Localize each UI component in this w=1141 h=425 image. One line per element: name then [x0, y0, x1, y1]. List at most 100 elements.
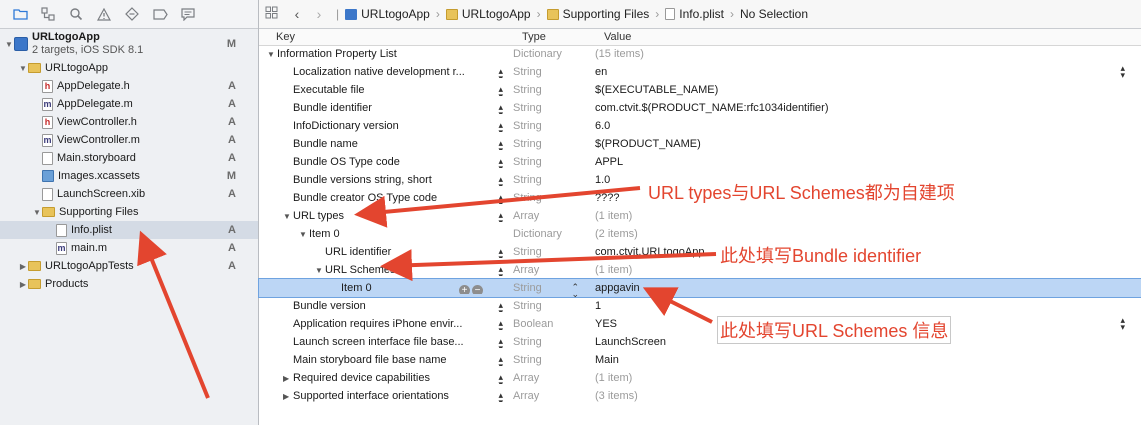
- plist-key-cell[interactable]: Item 0 + −: [259, 282, 505, 294]
- plist-key-cell[interactable]: ▼ Item 0: [259, 228, 505, 240]
- plist-value-cell[interactable]: (3 items): [587, 387, 1141, 405]
- plist-key-cell[interactable]: Bundle creator OS Type code ▴ ▾: [259, 192, 505, 204]
- plist-type-cell[interactable]: Boolean: [505, 318, 587, 330]
- plist-type-cell[interactable]: String: [505, 102, 587, 114]
- plist-row[interactable]: Bundle OS Type code ▴ ▾ String APPL: [259, 153, 1141, 171]
- key-stepper-icon[interactable]: ▴ ▾: [498, 301, 503, 313]
- tree-item[interactable]: LaunchScreen.xib A: [0, 185, 258, 203]
- breadcrumb-project[interactable]: URLtogoApp: [345, 7, 430, 21]
- folder-icon[interactable]: [6, 2, 34, 26]
- plist-type-cell[interactable]: Array: [505, 210, 587, 222]
- plist-value-cell[interactable]: Main: [587, 351, 1141, 369]
- disclosure-triangle-icon[interactable]: ▼: [32, 208, 42, 217]
- disclosure-triangle-icon[interactable]: ▼: [283, 212, 293, 221]
- key-stepper-icon[interactable]: ▴ ▾: [498, 85, 503, 97]
- plist-value-cell[interactable]: 1: [587, 297, 1141, 315]
- disclosure-triangle-icon[interactable]: ▶: [283, 374, 293, 383]
- disclosure-triangle-icon[interactable]: ▶: [283, 392, 293, 401]
- plist-key-cell[interactable]: InfoDictionary version ▴ ▾: [259, 120, 505, 132]
- plist-row[interactable]: ▼ Item 0 Dictionary (2 items): [259, 225, 1141, 243]
- test-diamond-icon[interactable]: [118, 2, 146, 26]
- key-stepper-icon[interactable]: ▴ ▾: [498, 391, 503, 403]
- key-stepper-icon[interactable]: ▴ ▾: [498, 193, 503, 205]
- log-icon[interactable]: [174, 2, 202, 26]
- key-column-header[interactable]: Key: [259, 31, 505, 43]
- tree-item[interactable]: ▶ URLtogoAppTests A: [0, 257, 258, 275]
- breadcrumb-file[interactable]: Info.plist: [665, 7, 724, 21]
- breadcrumb-group[interactable]: URLtogoApp: [445, 7, 531, 21]
- breadcrumb-selection[interactable]: No Selection: [740, 7, 808, 21]
- tree-item[interactable]: Main.storyboard A: [0, 149, 258, 167]
- plist-value-cell[interactable]: (2 items): [587, 225, 1141, 243]
- tree-item[interactable]: m ViewController.m A: [0, 131, 258, 149]
- breakpoint-icon[interactable]: [146, 2, 174, 26]
- search-icon[interactable]: [62, 2, 90, 26]
- plist-key-cell[interactable]: Bundle name ▴ ▾: [259, 138, 505, 150]
- plist-key-cell[interactable]: ▶ Supported interface orientations ▴ ▾: [259, 390, 505, 402]
- key-stepper-icon[interactable]: ▴ ▾: [498, 67, 503, 79]
- tree-item[interactable]: ▼ URLtogoApp 2 targets, iOS SDK 8.1 M: [0, 29, 258, 59]
- tree-item[interactable]: Images.xcassets M: [0, 167, 258, 185]
- key-stepper-icon[interactable]: ▴ ▾: [498, 157, 503, 169]
- tree-item[interactable]: h AppDelegate.h A: [0, 77, 258, 95]
- tree-item[interactable]: Info.plist A: [0, 221, 258, 239]
- plist-key-cell[interactable]: Bundle OS Type code ▴ ▾: [259, 156, 505, 168]
- back-button[interactable]: ‹: [286, 6, 308, 22]
- plist-row[interactable]: Item 0 + − String ⌃ ⌄ appgavin: [258, 278, 1141, 299]
- value-column-header[interactable]: Value: [587, 31, 1141, 43]
- disclosure-triangle-icon[interactable]: ▼: [267, 50, 277, 59]
- type-column-header[interactable]: Type: [505, 31, 587, 43]
- plist-value-cell[interactable]: (15 items): [587, 45, 1141, 63]
- grid-icon[interactable]: [265, 6, 278, 22]
- tree-item[interactable]: m main.m A: [0, 239, 258, 257]
- plist-key-cell[interactable]: ▼ Information Property List: [259, 48, 505, 60]
- plist-value-cell[interactable]: $(EXECUTABLE_NAME): [587, 81, 1141, 99]
- value-popup-icon[interactable]: ▴ ▾: [1120, 316, 1125, 332]
- plist-key-cell[interactable]: ▶ Required device capabilities ▴ ▾: [259, 372, 505, 384]
- disclosure-triangle-icon[interactable]: ▼: [18, 64, 28, 73]
- key-stepper-icon[interactable]: ▴ ▾: [498, 373, 503, 385]
- forward-button[interactable]: ›: [308, 6, 330, 22]
- plist-value-cell[interactable]: $(PRODUCT_NAME): [587, 135, 1141, 153]
- key-stepper-icon[interactable]: ▴ ▾: [498, 247, 503, 259]
- key-stepper-icon[interactable]: ▴ ▾: [498, 265, 503, 277]
- plist-value-cell[interactable]: APPL: [587, 153, 1141, 171]
- key-stepper-icon[interactable]: ▴ ▾: [498, 103, 503, 115]
- plist-row[interactable]: ▼ URL types ▴ ▾ Array (1 item): [259, 207, 1141, 225]
- plist-row[interactable]: Application requires iPhone envir... ▴ ▾ Bo…: [259, 315, 1141, 333]
- plist-row[interactable]: Localization native development r... ▴ ▾ St…: [259, 63, 1141, 81]
- plist-type-cell[interactable]: Array: [505, 390, 587, 402]
- plist-row[interactable]: InfoDictionary version ▴ ▾ String 6.0: [259, 117, 1141, 135]
- plist-row[interactable]: Executable file ▴ ▾ String $(EXECUTABLE_NAME…: [259, 81, 1141, 99]
- plist-row[interactable]: ▼ URL Schemes ▴ ▾ Array (1 item): [259, 261, 1141, 279]
- key-stepper-icon[interactable]: ▴ ▾: [498, 355, 503, 367]
- tree-item[interactable]: ▼ URLtogoApp: [0, 59, 258, 77]
- plist-key-cell[interactable]: Launch screen interface file base... ▴ ▾: [259, 336, 505, 348]
- breadcrumb-supporting-files[interactable]: Supporting Files: [546, 7, 649, 21]
- plist-type-cell[interactable]: String: [505, 156, 587, 168]
- plist-row[interactable]: Launch screen interface file base... ▴ ▾ St…: [259, 333, 1141, 351]
- plist-type-cell[interactable]: String: [505, 336, 587, 348]
- plist-row[interactable]: ▼ Information Property List Dictionary (15 …: [259, 45, 1141, 63]
- plist-row[interactable]: Bundle identifier ▴ ▾ String com.ctvit.$(PRO…: [259, 99, 1141, 117]
- plist-type-cell[interactable]: Dictionary: [505, 228, 587, 240]
- plist-value-cell[interactable]: (1 item): [587, 369, 1141, 387]
- plist-key-cell[interactable]: Localization native development r... ▴ ▾: [259, 66, 505, 78]
- plist-row[interactable]: URL identifier ▴ ▾ String com.ctvit.URLtogoA…: [259, 243, 1141, 261]
- key-stepper-icon[interactable]: ▴ ▾: [498, 337, 503, 349]
- tree-item[interactable]: ▼ Supporting Files: [0, 203, 258, 221]
- key-stepper-icon[interactable]: ▴ ▾: [498, 175, 503, 187]
- plist-row[interactable]: ▶ Supported interface orientations ▴ ▾ Array…: [259, 387, 1141, 405]
- plist-type-cell[interactable]: String: [505, 138, 587, 150]
- disclosure-triangle-icon[interactable]: ▶: [18, 280, 28, 289]
- plist-type-cell[interactable]: Array: [505, 372, 587, 384]
- plist-row[interactable]: Bundle name ▴ ▾ String $(PRODUCT_NAME): [259, 135, 1141, 153]
- plist-value-cell[interactable]: en ▴ ▾: [587, 63, 1141, 81]
- plist-type-cell[interactable]: String: [505, 66, 587, 78]
- plist-value-cell[interactable]: com.ctvit.$(PRODUCT_NAME:rfc1034identifi…: [587, 99, 1141, 117]
- plist-key-cell[interactable]: Bundle version ▴ ▾: [259, 300, 505, 312]
- disclosure-triangle-icon[interactable]: ▶: [18, 262, 28, 271]
- value-popup-icon[interactable]: ▴ ▾: [1120, 64, 1125, 80]
- add-row-icon[interactable]: +: [459, 285, 470, 294]
- key-stepper-icon[interactable]: ▴ ▾: [498, 139, 503, 151]
